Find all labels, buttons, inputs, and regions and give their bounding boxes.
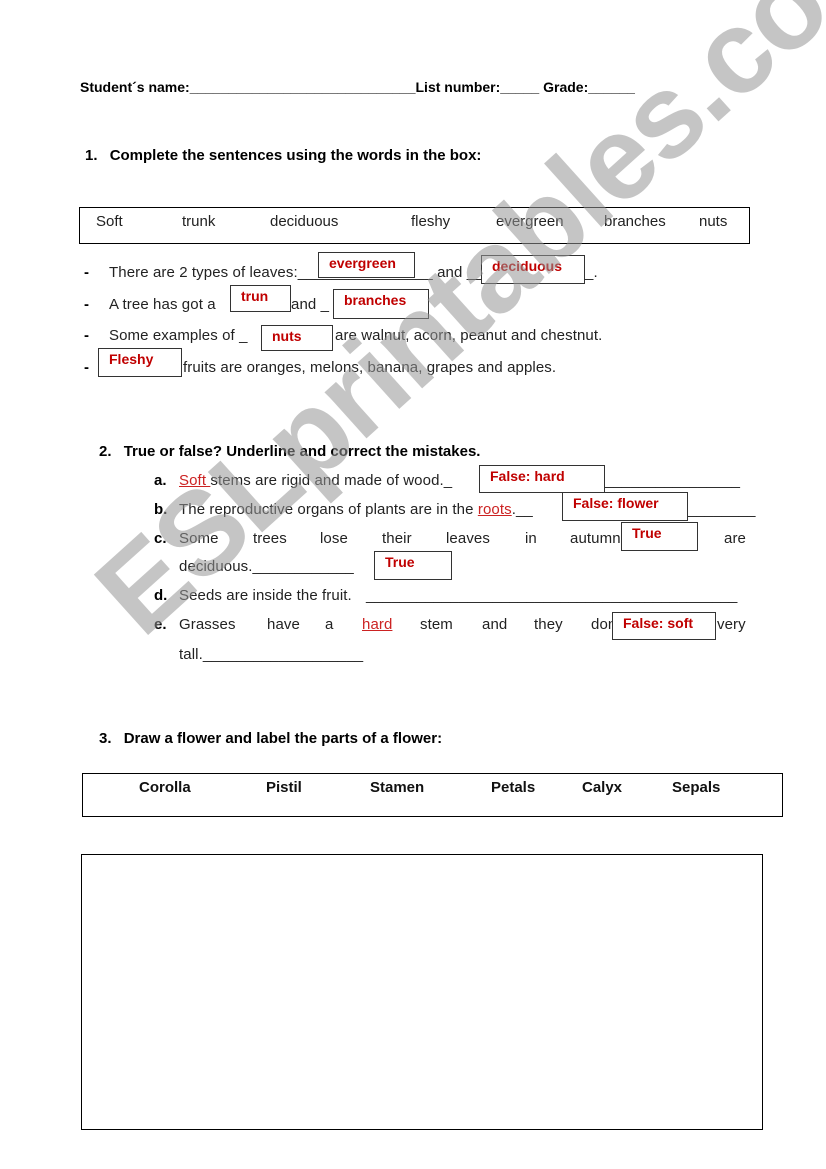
section2-title: True or false? Underline and correct the… [123, 443, 481, 460]
sentence-text: fruits are oranges, melons, banana, grap… [183, 359, 557, 376]
item-word: a [325, 616, 334, 633]
item-letter: c. [154, 530, 167, 547]
answer-box[interactable]: False: hard [479, 465, 605, 493]
answer-box[interactable]: Fleshy [98, 348, 182, 377]
section1-title: Complete the sentences using the words i… [109, 147, 482, 164]
sentence-text: Some examples of _ [109, 327, 248, 344]
answer-box[interactable]: branches [333, 289, 429, 319]
sentence-text: There are 2 types of leaves:____________… [109, 264, 484, 281]
underlined-mistake: Soft [179, 472, 211, 489]
flower-part-label: Calyx [582, 779, 623, 796]
item-word: their [382, 530, 412, 547]
answer-box[interactable]: evergreen [318, 252, 415, 278]
item-word: trees [253, 530, 287, 547]
flower-part-label: Corolla [139, 779, 191, 796]
item-word: Some [179, 530, 219, 547]
item-word: and [482, 616, 508, 633]
word-bank-item: branches [604, 213, 666, 230]
answer-box[interactable]: nuts [261, 325, 333, 351]
section2-heading: 2. True or false? Underline and correct … [99, 443, 480, 460]
flower-part-label: Petals [491, 779, 536, 796]
student-info-line: Student´s name:_________________________… [80, 79, 635, 95]
sentence-text: A tree has got a [109, 296, 216, 313]
answer-line: ________ [688, 501, 756, 518]
item-letter: d. [154, 587, 168, 604]
grade-field[interactable]: ______ [588, 79, 635, 95]
list-number-field[interactable]: _____ [500, 79, 539, 95]
section1-number: 1. [85, 147, 98, 164]
answer-box[interactable]: True [621, 522, 698, 551]
answer-line: ________________________________________… [366, 587, 738, 604]
item-text: deciduous.____________ [179, 558, 354, 575]
item-text: Seeds are inside the fruit. [179, 587, 352, 604]
answer-line: ________________ [605, 472, 741, 489]
item-letter: e. [154, 616, 167, 633]
word-bank-item: nuts [699, 213, 728, 230]
section2-number: 2. [99, 443, 112, 460]
section3-heading: 3. Draw a flower and label the parts of … [99, 730, 442, 747]
underlined-mistake: hard [362, 616, 393, 633]
flower-part-label: Pistil [266, 779, 302, 796]
word-bank-item: deciduous [270, 213, 339, 230]
word-bank-item: fleshy [411, 213, 451, 230]
word-bank-item: evergreen [496, 213, 564, 230]
item-word: they [534, 616, 563, 633]
word-bank-item: Soft [96, 213, 123, 230]
answer-box[interactable]: False: flower [562, 492, 688, 521]
item-word: very [717, 616, 746, 633]
list-number-label: List number: [415, 79, 501, 95]
sentence-text: and _ [291, 296, 330, 313]
drawing-area[interactable] [81, 854, 763, 1130]
item-word: have [267, 616, 300, 633]
answer-box[interactable]: deciduous [481, 255, 585, 284]
item-word: autumn [570, 530, 621, 547]
item-text: The reproductive organs of plants are in… [179, 501, 533, 518]
item-word: lose [320, 530, 348, 547]
underlined-mistake: roots [477, 501, 512, 518]
answer-box[interactable]: False: soft [612, 612, 716, 640]
word-bank-item: trunk [182, 213, 216, 230]
item-word: leaves [446, 530, 490, 547]
grade-label: Grade: [543, 79, 589, 95]
item-word: stem [420, 616, 453, 633]
section3-title: Draw a flower and label the parts of a f… [123, 730, 443, 747]
word-bank-box: Soft trunk deciduous fleshy evergreen br… [79, 207, 750, 244]
answer-box[interactable]: trun [230, 285, 291, 312]
student-name-field[interactable]: _____________________________ [190, 79, 416, 95]
item-word: are [724, 530, 746, 547]
bullet: - [84, 264, 89, 281]
item-word: Grasses [179, 616, 236, 633]
bullet: - [84, 359, 89, 376]
item-text: Soft stems are rigid and made of wood._ [179, 472, 453, 489]
item-letter: b. [154, 501, 168, 518]
flower-part-label: Stamen [370, 779, 425, 796]
bullet: - [84, 296, 89, 313]
bullet: - [84, 327, 89, 344]
flower-parts-box: Corolla Pistil Stamen Petals Calyx Sepal… [82, 773, 783, 817]
item-letter: a. [154, 472, 167, 489]
answer-box[interactable]: True [374, 551, 452, 580]
item-text: tall.___________________ [179, 646, 364, 663]
student-name-label: Student´s name: [80, 79, 190, 95]
sentence-end: _. [585, 264, 598, 281]
flower-part-label: Sepals [672, 779, 721, 796]
item-word: don [591, 616, 612, 633]
section1-heading: 1. Complete the sentences using the word… [85, 147, 481, 164]
item-word: in [525, 530, 537, 547]
sentence-text: are walnut, acorn, peanut and chestnut. [335, 327, 603, 344]
section3-number: 3. [99, 730, 112, 747]
